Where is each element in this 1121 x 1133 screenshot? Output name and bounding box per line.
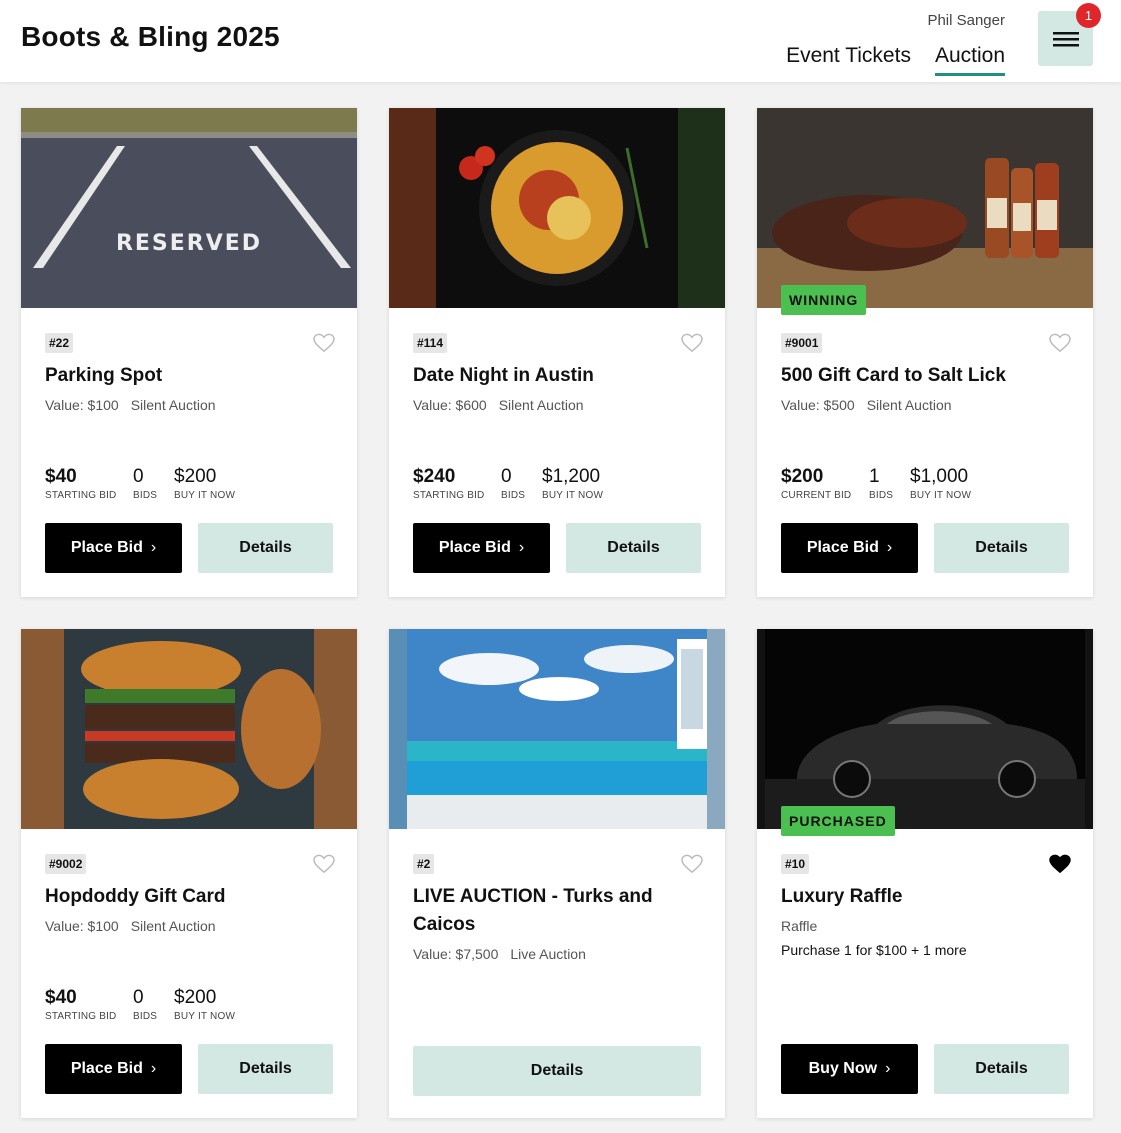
bid-stats: $240 STARTING BID 0 BIDS $1,200 BUY IT N… [413,466,603,501]
stat-buy-it-now: $200 BUY IT NOW [174,987,236,1022]
item-name[interactable]: Luxury Raffle [781,883,1071,911]
stat-starting-bid: $240 STARTING BID [413,466,485,501]
item-meta: Value: $7,500 Live Auction [413,946,586,962]
bid-stats: $40 STARTING BID 0 BIDS $200 BUY IT NOW [45,466,235,501]
item-value: Value: $600 [413,397,487,413]
item-name[interactable]: LIVE AUCTION - Turks and Caicos [413,883,703,939]
item-type: Silent Auction [130,918,216,934]
favorite-heart-filled-icon[interactable] [1049,854,1071,874]
favorite-heart-icon[interactable] [313,333,335,353]
main-nav: Event Tickets Auction [786,44,1005,76]
chevron-right-icon: › [150,539,157,556]
place-bid-button[interactable]: Place Bid › [413,523,550,573]
lot-number: #9002 [45,854,87,874]
lot-number: #2 [413,854,435,874]
item-name[interactable]: Hopdoddy Gift Card [45,883,335,911]
lot-number: #10 [781,854,810,874]
item-value: Value: $100 [45,397,119,413]
details-button[interactable]: Details [198,1044,333,1094]
site-header: Boots & Bling 2025 Phil Sanger Event Tic… [0,0,1121,82]
item-type: Live Auction [510,946,586,962]
auction-item-card: WINNING #9001 500 Gift Card to Salt Lick… [757,108,1093,597]
auction-item-card: RESERVED #22 Parking Spot Value: $100 Sil… [21,108,357,597]
item-meta: Value: $600 Silent Auction [413,397,584,413]
item-meta: Value: $100 Silent Auction [45,397,216,413]
stat-starting-bid: $40 STARTING BID [45,987,117,1022]
auction-item-card: #114 Date Night in Austin Value: $600 Sil… [389,108,725,597]
stat-bids: 1 BIDS [869,466,894,501]
lot-number: #114 [413,333,448,353]
stat-bids: 0 BIDS [501,466,526,501]
nav-event-tickets[interactable]: Event Tickets [786,44,911,76]
stat-buy-it-now: $1,200 BUY IT NOW [542,466,604,501]
auction-item-card: #9002 Hopdoddy Gift Card Value: $100 Sile… [21,629,357,1118]
lot-number: #9001 [781,333,823,353]
buy-now-button[interactable]: Buy Now › [781,1044,918,1094]
hamburger-menu-icon [1052,31,1079,46]
stat-buy-it-now: $1,000 BUY IT NOW [910,466,972,501]
details-button[interactable]: Details [413,1046,701,1096]
item-type: Silent Auction [130,397,216,413]
chevron-right-icon: › [518,539,525,556]
chevron-right-icon: › [885,1060,891,1077]
stat-bids: 0 BIDS [133,466,158,501]
item-value: Value: $100 [45,918,119,934]
item-name[interactable]: 500 Gift Card to Salt Lick [781,362,1071,390]
item-image[interactable] [757,108,1093,308]
item-image[interactable] [21,629,357,829]
status-badge-winning: WINNING [781,285,867,315]
details-button[interactable]: Details [566,523,701,573]
favorite-heart-icon[interactable] [681,854,703,874]
item-name[interactable]: Date Night in Austin [413,362,703,390]
stat-bids: 0 BIDS [133,987,158,1022]
auction-item-card: PURCHASED #10 Luxury Raffle Raffle Purch… [757,629,1093,1118]
svg-text:RESERVED: RESERVED [116,231,262,256]
user-name: Phil Sanger [927,12,1005,29]
bid-stats: $40 STARTING BID 0 BIDS $200 BUY IT NOW [45,987,235,1022]
item-name[interactable]: Parking Spot [45,362,335,390]
favorite-heart-icon[interactable] [1049,333,1071,353]
place-bid-button[interactable]: Place Bid › [45,1044,182,1094]
item-image[interactable] [389,108,725,308]
raffle-description: Purchase 1 for $100 + 1 more [781,942,967,958]
favorite-heart-icon[interactable] [681,333,703,353]
item-image[interactable]: RESERVED [21,108,357,308]
bid-stats: $200 CURRENT BID 1 BIDS $1,000 BUY IT NO… [781,466,971,501]
item-meta: Value: $100 Silent Auction [45,918,216,934]
item-type: Silent Auction [498,397,584,413]
lot-number: #22 [45,333,74,353]
item-image[interactable] [757,629,1093,829]
details-button[interactable]: Details [934,1044,1069,1094]
item-image[interactable] [389,629,725,829]
auction-item-card: #2 LIVE AUCTION - Turks and Caicos Value… [389,629,725,1118]
site-title[interactable]: Boots & Bling 2025 [21,21,280,53]
stat-buy-it-now: $200 BUY IT NOW [174,466,236,501]
notification-badge: 1 [1076,3,1101,28]
stat-starting-bid: $40 STARTING BID [45,466,117,501]
chevron-right-icon: › [886,539,893,556]
place-bid-button[interactable]: Place Bid › [45,523,182,573]
item-meta: Value: $500 Silent Auction [781,397,952,413]
stat-current-bid: $200 CURRENT BID [781,466,852,501]
place-bid-button[interactable]: Place Bid › [781,523,918,573]
item-value: Value: $500 [781,397,855,413]
status-badge-purchased: PURCHASED [781,806,895,836]
item-type: Silent Auction [866,397,952,413]
chevron-right-icon: › [150,1060,157,1077]
details-button[interactable]: Details [934,523,1069,573]
item-type: Raffle [781,918,818,934]
item-value: Value: $7,500 [413,946,499,962]
details-button[interactable]: Details [198,523,333,573]
favorite-heart-icon[interactable] [313,854,335,874]
nav-auction[interactable]: Auction [934,44,1005,76]
